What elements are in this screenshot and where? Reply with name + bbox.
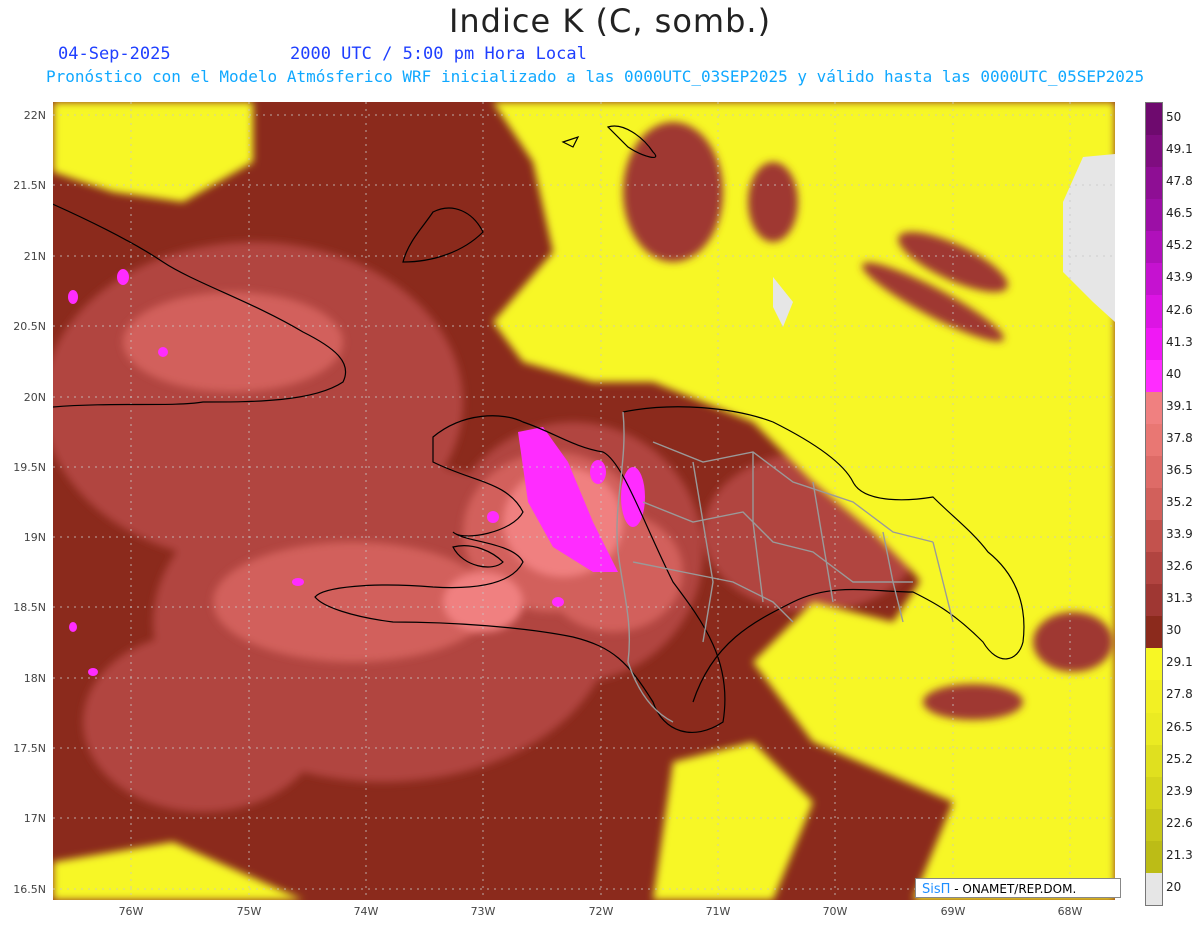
lon-label: 71W <box>705 905 731 918</box>
lat-label: 18N <box>23 672 46 685</box>
lon-label: 69W <box>940 905 966 918</box>
colorbar-label: 37.8 <box>1166 430 1193 445</box>
colorbar-label: 42.6 <box>1166 302 1193 317</box>
colorbar-label: 21.3 <box>1166 847 1193 862</box>
colorbar-swatch <box>1146 520 1162 553</box>
colorbar-swatch <box>1146 584 1162 617</box>
lon-label: 75W <box>236 905 262 918</box>
colorbar-swatch <box>1146 263 1162 296</box>
lat-label: 19N <box>23 531 46 544</box>
colorbar-swatch <box>1146 455 1162 489</box>
colorbar-label: 50 <box>1166 110 1182 125</box>
colorbar-label: 33.9 <box>1166 527 1193 542</box>
colorbar-swatch <box>1146 808 1162 842</box>
forecast-label: Pronóstico con el Modelo Atmósferico WRF… <box>46 67 1145 86</box>
credit-box: SisΠ - ONAMET/REP.DOM. <box>915 878 1121 898</box>
colorbar-label: 25.2 <box>1166 751 1193 766</box>
lon-label: 72W <box>588 905 614 918</box>
colorbar-label: 27.8 <box>1166 687 1193 702</box>
colorbar <box>1145 102 1163 906</box>
colorbar-label: 32.6 <box>1166 559 1193 574</box>
colorbar-swatch <box>1146 167 1162 200</box>
colorbar-swatch <box>1146 776 1162 810</box>
colorbar-label: 36.5 <box>1166 462 1193 477</box>
lon-label: 70W <box>822 905 848 918</box>
credit-brand: SisΠ <box>922 882 951 897</box>
colorbar-swatch <box>1146 423 1162 457</box>
colorbar-label: 29.1 <box>1166 655 1193 670</box>
date-label: 04-Sep-2025 <box>58 44 171 64</box>
lon-label: 68W <box>1057 905 1083 918</box>
colorbar-swatch <box>1146 199 1162 232</box>
colorbar-swatch <box>1146 840 1162 874</box>
lon-label: 74W <box>353 905 379 918</box>
colorbar-label: 43.9 <box>1166 270 1193 285</box>
lon-label: 76W <box>118 905 144 918</box>
colorbar-swatch <box>1146 872 1162 906</box>
lat-label: 22N <box>23 109 46 122</box>
colorbar-swatch <box>1146 231 1162 264</box>
lat-label: 21.5N <box>13 179 46 192</box>
colorbar-label: 35.2 <box>1166 495 1193 509</box>
lat-label: 20N <box>23 391 46 404</box>
map-title: Indice K (C, somb.) <box>448 2 772 40</box>
colorbar-label: 30 <box>1166 623 1182 638</box>
colorbar-label: 26.5 <box>1166 719 1193 734</box>
lat-label: 17N <box>23 812 46 825</box>
lat-label: 19.5N <box>13 461 46 474</box>
colorbar-swatch <box>1146 712 1162 746</box>
colorbar-label: 31.3 <box>1166 591 1193 606</box>
lat-label: 17.5N <box>13 742 46 755</box>
colorbar-label: 47.8 <box>1166 174 1193 189</box>
colorbar-swatch <box>1146 552 1162 585</box>
colorbar-label: 22.6 <box>1166 815 1193 830</box>
colorbar-swatch <box>1146 295 1162 329</box>
colorbar-label: 49.1 <box>1166 142 1193 157</box>
colorbar-label: 46.5 <box>1166 206 1193 221</box>
colorbar-swatch <box>1146 103 1162 136</box>
lat-label: 16.5N <box>13 883 46 896</box>
colorbar-label: 20 <box>1166 879 1182 894</box>
colorbar-swatch <box>1146 680 1162 714</box>
colorbar-swatch <box>1146 648 1162 681</box>
colorbar-swatch <box>1146 487 1162 521</box>
colorbar-label: 40 <box>1166 366 1182 381</box>
colorbar-swatch <box>1146 327 1162 361</box>
credit-text: - ONAMET/REP.DOM. <box>950 882 1077 896</box>
lat-label: 20.5N <box>13 320 46 333</box>
colorbar-swatch <box>1146 135 1162 168</box>
colorbar-label: 23.9 <box>1166 783 1193 798</box>
lat-label: 21N <box>23 250 46 263</box>
colorbar-label: 45.2 <box>1166 238 1193 253</box>
colorbar-label: 39.1 <box>1166 398 1193 413</box>
colorbar-swatch <box>1146 616 1162 649</box>
colorbar-swatch <box>1146 744 1162 778</box>
lon-label: 73W <box>470 905 496 918</box>
time-label: 2000 UTC / 5:00 pm Hora Local <box>290 44 587 64</box>
colorbar-swatch <box>1146 391 1162 425</box>
k-index-map <box>53 102 1115 900</box>
colorbar-swatch <box>1146 359 1162 393</box>
lat-label: 18.5N <box>13 601 46 614</box>
colorbar-label: 41.3 <box>1166 334 1193 349</box>
